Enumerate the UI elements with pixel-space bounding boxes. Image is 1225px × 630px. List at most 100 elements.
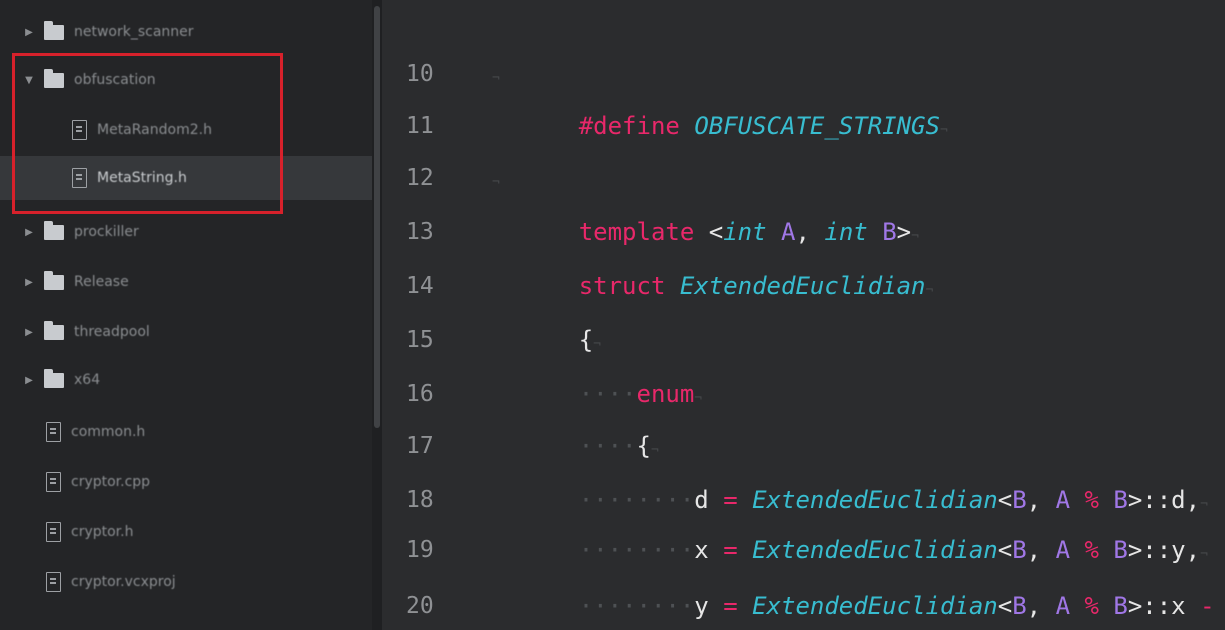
chevron-right-icon[interactable]: ▶ <box>22 327 36 338</box>
line-number: 19 <box>406 537 434 563</box>
comma: , <box>795 218 810 246</box>
folder-open-icon <box>44 68 64 88</box>
line-number: 18 <box>406 487 434 513</box>
tree-item-label: x64 <box>74 372 101 388</box>
enum-member: x <box>694 536 709 564</box>
tree-item-label: common.h <box>71 424 146 440</box>
folder-icon <box>44 320 64 340</box>
folder-icon <box>44 220 64 240</box>
tree-item-label: MetaRandom2.h <box>97 122 212 138</box>
keyword-define: #define <box>578 112 680 140</box>
operator: % <box>1084 536 1099 564</box>
line-number: 10 <box>406 61 434 87</box>
operator: % <box>1084 592 1099 620</box>
scrollbar-thumb[interactable] <box>374 6 380 428</box>
struct-ref: ExtendedEuclidian <box>752 536 998 564</box>
file-explorer-sidebar: ▶ network_scanner ▼ obfuscation MetaRand… <box>0 0 372 630</box>
tree-item-label: cryptor.h <box>71 524 134 540</box>
file-icon <box>72 120 87 140</box>
chevron-right-icon[interactable]: ▶ <box>22 27 36 38</box>
tree-folder-prockiller[interactable]: ▶ prockiller <box>0 210 372 254</box>
tree-file-metarandom2[interactable]: MetaRandom2.h <box>0 108 372 152</box>
whitespace-indent: ········ <box>578 536 695 564</box>
line-number: 15 <box>406 327 434 353</box>
tree-file-common-h[interactable]: common.h <box>0 410 372 454</box>
template-param: B <box>1113 536 1128 564</box>
tree-file-metastring[interactable]: MetaString.h <box>0 156 372 200</box>
file-icon <box>46 522 61 542</box>
angle-close: > <box>1127 592 1143 620</box>
code-editor[interactable]: 10 ¬ 11 #define OBFUSCATE_STRINGS¬ 12 ¬ … <box>382 0 1225 630</box>
file-icon <box>46 472 61 492</box>
file-icon <box>72 168 87 188</box>
tree-folder-obfuscation[interactable]: ▼ obfuscation <box>0 58 372 102</box>
whitespace-indent: ···· <box>578 432 637 460</box>
scope-access: ::x <box>1142 592 1186 620</box>
enum-member: y <box>694 592 709 620</box>
eol-marker: ¬ <box>492 175 500 190</box>
line-number: 17 <box>406 433 434 459</box>
template-param: B <box>1012 592 1027 620</box>
tree-item-label: obfuscation <box>74 72 156 88</box>
template-param: B <box>1113 592 1128 620</box>
tree-folder-threadpool[interactable]: ▶ threadpool <box>0 310 372 354</box>
tree-folder-network-scanner[interactable]: ▶ network_scanner <box>0 10 372 54</box>
comma: , <box>1026 536 1042 564</box>
struct-ref: ExtendedEuclidian <box>752 592 998 620</box>
angle-open: < <box>997 536 1013 564</box>
line-number: 16 <box>406 381 434 407</box>
chevron-right-icon[interactable]: ▶ <box>22 277 36 288</box>
tree-file-cryptor-h[interactable]: cryptor.h <box>0 510 372 554</box>
tree-item-label: cryptor.vcxproj <box>71 574 176 590</box>
comma: , <box>1026 592 1042 620</box>
chevron-right-icon[interactable]: ▶ <box>22 375 36 386</box>
tree-file-cryptor-vcxproj[interactable]: cryptor.vcxproj <box>0 560 372 604</box>
struct-name: ExtendedEuclidian <box>679 272 926 300</box>
angle-close: > <box>1127 536 1143 564</box>
tree-file-cryptor-cpp[interactable]: cryptor.cpp <box>0 460 372 504</box>
eol-marker: ¬ <box>650 443 659 458</box>
eol-marker: ¬ <box>694 391 703 406</box>
keyword-template: template <box>578 218 695 246</box>
tree-item-label: cryptor.cpp <box>71 474 151 490</box>
type-int: int <box>723 218 767 246</box>
line-number: 14 <box>406 273 434 299</box>
sidebar-scrollbar[interactable] <box>372 0 382 630</box>
tree-folder-release[interactable]: ▶ Release <box>0 260 372 304</box>
line-number: 11 <box>406 113 434 139</box>
open-brace: { <box>578 326 594 354</box>
file-icon <box>46 572 61 592</box>
template-param: A <box>1055 592 1071 620</box>
line-number: 20 <box>406 593 434 619</box>
template-param: B <box>1012 536 1027 564</box>
angle-open: < <box>708 218 724 246</box>
tree-item-label: MetaString.h <box>97 170 187 186</box>
operator: = <box>723 592 738 620</box>
code-line: 11 #define OBFUSCATE_STRINGS¬ <box>382 98 1225 154</box>
eol-marker: ¬ <box>911 229 919 244</box>
eol-marker: ¬ <box>939 123 948 138</box>
operator: = <box>723 536 738 564</box>
eol-marker: ¬ <box>593 337 601 352</box>
tree-folder-x64[interactable]: ▶ x64 <box>0 358 372 402</box>
template-param: A <box>1055 536 1071 564</box>
code-line: 20 ········y = ExtendedEuclidian<B, A % … <box>382 578 1225 630</box>
scope-access: ::y, <box>1142 536 1201 564</box>
chevron-right-icon[interactable]: ▶ <box>22 227 36 238</box>
tree-item-label: network_scanner <box>74 24 194 40</box>
eol-marker: ¬ <box>1200 547 1208 562</box>
type-int: int <box>824 218 868 246</box>
chevron-down-icon[interactable]: ▼ <box>22 75 36 86</box>
macro-name: OBFUSCATE_STRINGS <box>694 112 940 140</box>
eol-marker: ¬ <box>925 283 934 298</box>
line-number: 12 <box>406 165 434 191</box>
tree-item-label: Release <box>74 274 129 290</box>
tree-item-label: prockiller <box>74 224 139 240</box>
tree-item-label: threadpool <box>74 324 150 340</box>
file-icon <box>46 422 61 442</box>
template-param: B <box>882 218 897 246</box>
line-number: 13 <box>406 219 434 245</box>
whitespace-indent: ········ <box>578 592 695 620</box>
folder-icon <box>44 20 64 40</box>
folder-icon <box>44 368 64 388</box>
